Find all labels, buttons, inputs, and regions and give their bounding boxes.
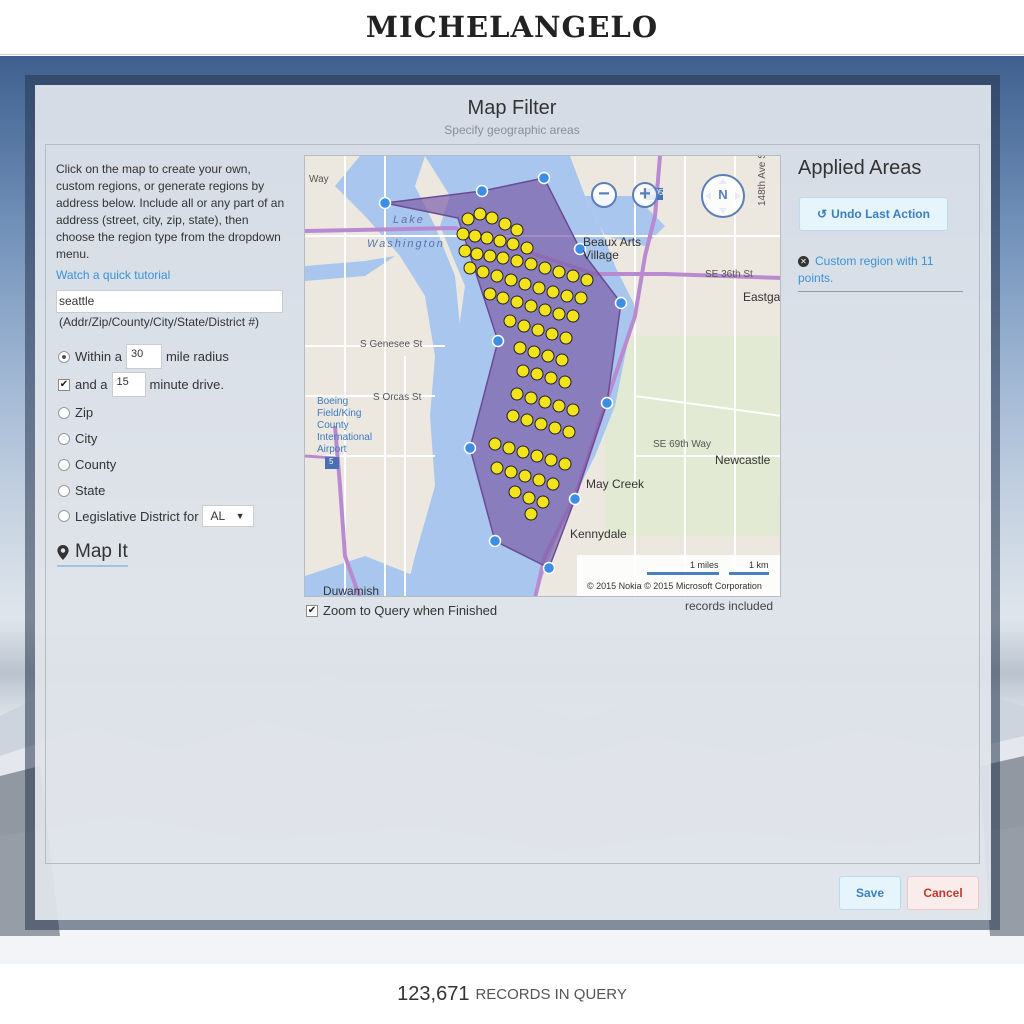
remove-region-icon[interactable]: ✕: [798, 256, 809, 268]
address-input[interactable]: seattle: [56, 290, 283, 313]
radius-suffix: mile radius: [165, 349, 229, 364]
map-label-beaux-arts: Beaux Arts Village: [583, 235, 642, 262]
map-it-button[interactable]: Map It: [57, 541, 128, 567]
city-label: City: [75, 431, 98, 446]
dialog-subtitle: Specify geographic areas: [444, 123, 580, 137]
map-label-se36: SE 36th St: [705, 269, 753, 280]
map-copyright: © 2015 Nokia © 2015 Microsoft Corporatio…: [587, 581, 762, 591]
tutorial-link[interactable]: Watch a quick tutorial: [56, 268, 170, 282]
region-label: Custom region with 11 points.: [798, 254, 934, 285]
scale-miles: 1 miles: [690, 560, 719, 570]
save-button[interactable]: Save: [839, 876, 901, 910]
drive-input[interactable]: 15: [111, 372, 146, 397]
cancel-button[interactable]: Cancel: [907, 876, 979, 910]
zoom-out-button[interactable]: −: [591, 182, 617, 208]
city-radio[interactable]: [58, 432, 70, 445]
map-pin-icon: [57, 544, 69, 560]
state-label: State: [75, 483, 106, 498]
caret-down-icon: ▼: [235, 511, 245, 521]
undo-label: Undo Last Action: [831, 207, 930, 221]
map-label-boeing: Boeing Field/King County International A…: [317, 396, 373, 455]
record-count: 123,671: [397, 982, 470, 1005]
applied-areas-title: Applied Areas: [798, 157, 922, 179]
map-label-148th: 148th Ave S: [757, 155, 768, 206]
compass-north-label: N: [718, 187, 728, 202]
district-option[interactable]: Legislative District for AL ▼: [58, 505, 254, 527]
brand-logo: MICHELANGELO: [365, 10, 659, 44]
zip-radio[interactable]: [58, 406, 70, 419]
zoom-to-query-checkbox[interactable]: ✔: [306, 604, 318, 617]
applied-region-item[interactable]: ✕ Custom region with 11 points.: [798, 253, 963, 292]
map-label-may-creek: May Creek: [586, 477, 645, 491]
district-state-value: AL: [210, 509, 226, 523]
zip-label: Zip: [75, 405, 94, 420]
map-label-way: Way: [309, 174, 329, 185]
map-label-newcastle: Newcastle: [715, 453, 771, 467]
drive-suffix: minute drive.: [149, 377, 224, 392]
scale-miles-bar: [647, 572, 719, 575]
map-label-se69: SE 69th Way: [653, 439, 711, 450]
map-graphics: [305, 156, 780, 596]
zoom-to-query-option[interactable]: ✔ Zoom to Query when Finished: [306, 603, 497, 618]
district-state-select[interactable]: AL ▼: [201, 505, 254, 527]
undo-icon: ↺: [817, 207, 828, 221]
radius-label: Within a: [75, 349, 122, 364]
map-label-i5: 5: [329, 457, 334, 466]
map-label-lake: Lake: [393, 214, 425, 226]
drive-option[interactable]: ✔ and a 15 minute drive.: [58, 372, 224, 397]
county-label: County: [75, 457, 117, 472]
zoom-to-query-label: Zoom to Query when Finished: [323, 603, 498, 618]
map-label-duwamish: Duwamish: [323, 584, 380, 597]
map-it-label: Map It: [75, 541, 128, 562]
address-help-text: (Addr/Zip/County/City/State/District #): [59, 315, 260, 329]
drive-checkbox[interactable]: ✔: [58, 378, 70, 391]
radius-radio[interactable]: [58, 350, 70, 363]
records-included-label: records included: [685, 599, 774, 613]
record-count-label: RECORDS IN QUERY: [475, 985, 627, 1003]
scale-km: 1 km: [749, 560, 769, 570]
zip-option[interactable]: Zip: [58, 405, 93, 420]
county-radio[interactable]: [58, 458, 70, 471]
drive-label: and a: [75, 377, 108, 392]
instructions-text: Click on the map to create your own, cus…: [56, 162, 285, 261]
zoom-in-button[interactable]: +: [632, 182, 658, 208]
city-option[interactable]: City: [58, 431, 97, 446]
scale-km-bar: [729, 572, 769, 575]
undo-last-action-button[interactable]: ↺ Undo Last Action: [799, 197, 948, 231]
map-label-kennydale: Kennydale: [570, 527, 627, 541]
state-option[interactable]: State: [58, 483, 105, 498]
dialog-title: Map Filter: [467, 97, 557, 119]
radius-input[interactable]: 30: [125, 344, 162, 369]
map-label-orcas: S Orcas St: [373, 392, 422, 403]
map-label-genesee: S Genesee St: [360, 339, 423, 350]
radius-option[interactable]: Within a 30 mile radius: [58, 344, 229, 369]
app-header: MICHELANGELO: [0, 0, 1024, 55]
map-scale-attribution: 1 miles 1 km © 2015 Nokia © 2015 Microso…: [577, 555, 780, 596]
compass-button[interactable]: N: [701, 174, 745, 218]
district-label: Legislative District for: [75, 508, 199, 524]
district-radio[interactable]: [58, 510, 70, 522]
county-option[interactable]: County: [58, 457, 116, 472]
map-canvas[interactable]: Lake Washington Beaux Arts Village Eastg…: [304, 155, 781, 597]
map-label-washington: Washington: [367, 238, 445, 250]
map-label-eastgate: Eastgat: [743, 290, 781, 304]
status-bar: 123,671 RECORDS IN QUERY: [0, 964, 1024, 1024]
state-radio[interactable]: [58, 484, 70, 497]
